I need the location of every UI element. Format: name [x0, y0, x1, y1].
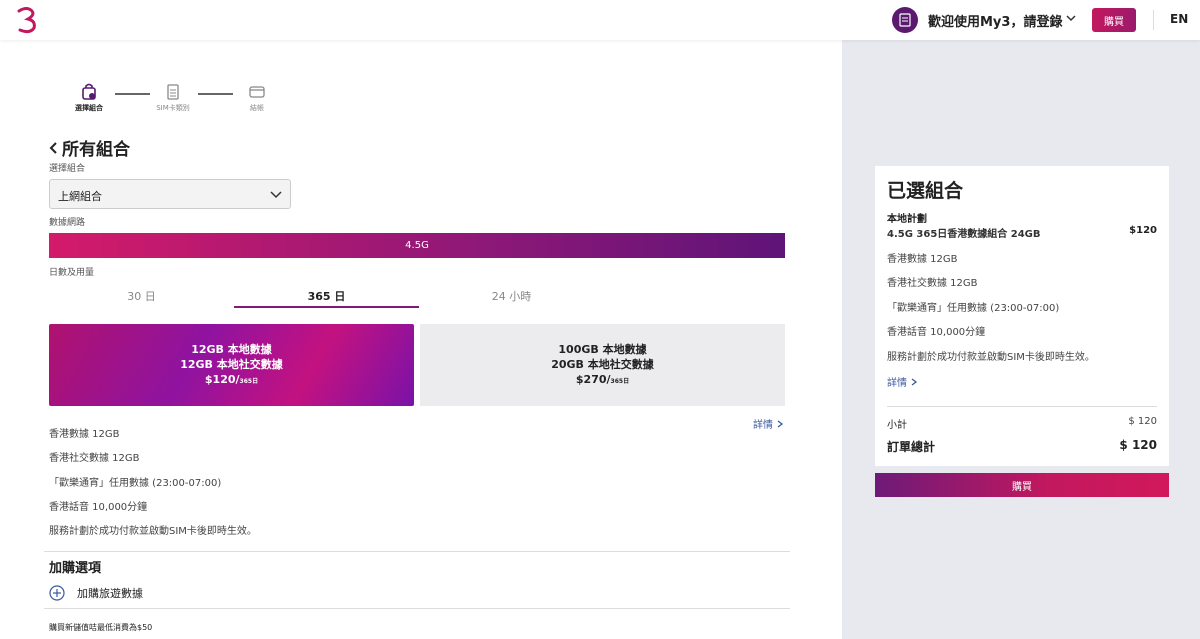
- plan-line-2: 20GB 本地社交數據: [551, 357, 654, 371]
- step-connector: [198, 93, 233, 95]
- days-label: 日數及用量: [49, 268, 95, 278]
- feature-item: 香港數據 12GB: [49, 429, 120, 440]
- plus-circle-icon: [49, 585, 65, 601]
- summary-details-link[interactable]: 詳情: [887, 374, 918, 389]
- step-label: 結帳: [250, 104, 264, 112]
- plan-name: 4.5G 365日香港數據組合 24GB: [887, 229, 1041, 240]
- plan-type: 本地計劃: [887, 214, 927, 225]
- plan-period: 365日: [239, 377, 259, 385]
- step-label: 選擇組合: [75, 104, 103, 112]
- step-checkout: 結帳: [240, 83, 274, 113]
- summary-feature: 香港話音 10,000分鐘: [887, 327, 986, 338]
- divider: [887, 406, 1157, 407]
- add-travel-data-button[interactable]: 加購旅遊數據: [49, 585, 143, 601]
- summary-title: 已選組合: [887, 180, 964, 202]
- plan-card[interactable]: 100GB 本地數據 20GB 本地社交數據 $270/365日: [420, 324, 785, 406]
- selected-plan-card: 已選組合 本地計劃 4.5G 365日香港數據組合 24GB $120 香港數據…: [875, 166, 1169, 466]
- details-label: 詳情: [753, 420, 773, 431]
- back-link[interactable]: 所有組合: [48, 135, 130, 160]
- feature-item: 「歡樂通宵」任用數據 (23:00-07:00): [49, 478, 222, 489]
- divider: [44, 551, 790, 552]
- summary-feature: 香港社交數據 12GB: [887, 278, 978, 289]
- total-label: 訂單總計: [887, 440, 936, 454]
- total-value: $ 120: [1119, 438, 1157, 452]
- header-divider: [1153, 10, 1154, 30]
- step-sim-type: SIM卡類別: [152, 83, 194, 113]
- divider: [44, 608, 790, 609]
- subtotal-label: 小計: [887, 420, 907, 431]
- three-logo-icon[interactable]: [14, 6, 40, 34]
- sim-icon: [167, 84, 179, 100]
- plan-card-selected[interactable]: 12GB 本地數據 12GB 本地社交數據 $120/365日: [49, 324, 414, 406]
- tab-30-days[interactable]: 30 日: [49, 286, 234, 308]
- welcome-login-link[interactable]: 歡迎使用My3，請登錄: [928, 11, 1062, 30]
- footer-note: 購買新儲值咭最低消費為$50: [49, 623, 153, 632]
- feature-item: 服務計劃於成功付款並啟動SIM卡後即時生效。: [49, 526, 257, 537]
- chevron-right-icon: [911, 378, 918, 386]
- avatar[interactable]: [892, 7, 918, 33]
- summary-feature: 服務計劃於成功付款並啟動SIM卡後即時生效。: [887, 352, 1095, 363]
- details-link[interactable]: 詳情: [753, 416, 784, 431]
- details-label: 詳情: [887, 378, 907, 389]
- choose-plan-label: 選擇組合: [49, 164, 86, 174]
- header-buy-button[interactable]: 購買: [1092, 8, 1136, 32]
- plan-line-1: 100GB 本地數據: [558, 342, 647, 356]
- tab-24-hours[interactable]: 24 小時: [419, 286, 604, 308]
- step-choose-plan: 選擇組合: [70, 83, 108, 113]
- summary-feature: 香港數據 12GB: [887, 254, 958, 265]
- summary-feature: 「歡樂通宵」任用數據 (23:00-07:00): [887, 303, 1060, 314]
- buy-button[interactable]: 購買: [875, 473, 1169, 497]
- plan-line-2: 12GB 本地社交數據: [180, 357, 283, 371]
- plan-period: 365日: [610, 377, 630, 385]
- tab-365-days[interactable]: 365 日: [234, 286, 419, 308]
- network-option-4-5g[interactable]: 4.5G: [49, 233, 785, 258]
- plan-price: $120/: [204, 372, 240, 386]
- page-title: 所有組合: [62, 140, 130, 160]
- plan-type-select[interactable]: 上網組合: [49, 179, 291, 209]
- chevron-down-icon: [270, 191, 282, 199]
- feature-item: 香港話音 10,000分鐘: [49, 502, 148, 513]
- card-icon: [249, 86, 265, 98]
- chevron-down-icon[interactable]: [1066, 14, 1076, 22]
- network-label: 數據網路: [49, 218, 86, 228]
- plan-price: $120: [1129, 225, 1157, 236]
- bag-icon: [82, 83, 96, 100]
- duration-tabs: 30 日 365 日 24 小時: [49, 286, 604, 308]
- top-bar: 歡迎使用My3，請登錄 購買 EN: [0, 0, 1200, 40]
- feature-item: 香港社交數據 12GB: [49, 453, 140, 464]
- subtotal-value: $ 120: [1128, 416, 1157, 427]
- chevron-left-icon: [49, 141, 57, 154]
- step-connector: [115, 93, 150, 95]
- addon-title: 加購選項: [49, 561, 102, 576]
- chevron-right-icon: [777, 420, 784, 428]
- plan-line-1: 12GB 本地數據: [191, 342, 272, 356]
- step-label: SIM卡類別: [156, 104, 190, 112]
- select-value: 上網組合: [58, 190, 102, 203]
- addon-item-label: 加購旅遊數據: [77, 587, 143, 600]
- document-icon: [899, 13, 911, 27]
- language-switch[interactable]: EN: [1170, 12, 1188, 26]
- plan-price: $270/: [575, 372, 611, 386]
